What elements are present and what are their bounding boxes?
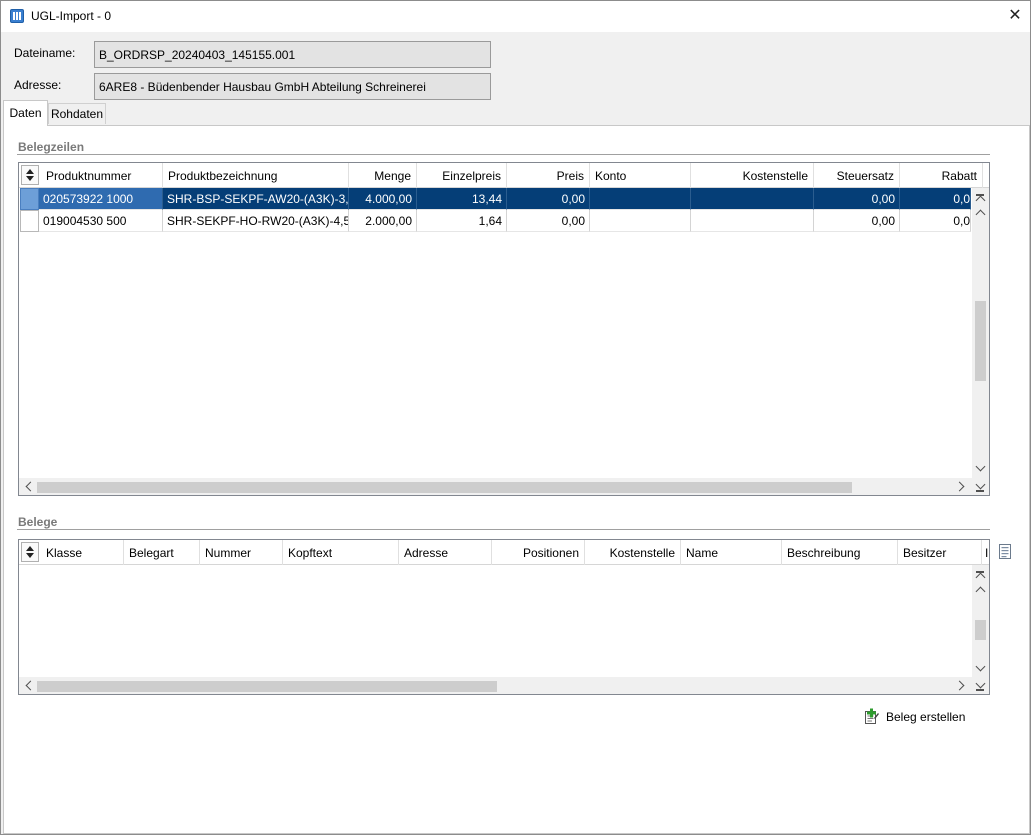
scroll-left-icon[interactable] xyxy=(21,678,38,693)
col-adresse[interactable]: Adresse xyxy=(399,540,492,565)
col-beschreibung[interactable]: Beschreibung xyxy=(782,540,898,565)
col-name[interactable]: Name xyxy=(681,540,782,565)
col-kostenstelle[interactable]: Kostenstelle xyxy=(691,163,814,188)
cell-produktbezeichnung: SHR-BSP-SEKPF-AW20-(A3K)-3,9X xyxy=(163,188,349,210)
cell-kostenstelle xyxy=(691,188,814,210)
document-list-icon[interactable] xyxy=(998,544,1013,560)
col-konto[interactable]: Konto xyxy=(590,163,691,188)
belegzeilen-vscroll-thumb[interactable] xyxy=(975,301,986,381)
scroll-down-icon[interactable] xyxy=(972,460,989,475)
belege-header: Klasse Belegart Nummer Kopftext Adresse … xyxy=(19,540,989,565)
col-einzelpreis[interactable]: Einzelpreis xyxy=(417,163,507,188)
app-grid-icon xyxy=(10,9,24,23)
col-positionen[interactable]: Positionen xyxy=(492,540,585,565)
belege-hscroll-thumb[interactable] xyxy=(37,681,497,692)
row-selector[interactable] xyxy=(20,210,39,232)
title-bar: UGL-Import - 0 ✕ xyxy=(1,1,1030,32)
col-nummer[interactable]: Nummer xyxy=(200,540,283,565)
scroll-up-icon[interactable] xyxy=(972,206,989,221)
col-klasse[interactable]: Klasse xyxy=(41,540,124,565)
scroll-right-icon[interactable] xyxy=(953,678,970,693)
col-rabatt[interactable]: Rabatt xyxy=(900,163,983,188)
cell-steuersatz: 0,00 xyxy=(814,210,900,232)
table-row[interactable]: 019004530 500 SHR-SEKPF-HO-RW20-(A3K)-4,… xyxy=(19,210,971,232)
tab-daten[interactable]: Daten xyxy=(3,100,48,126)
scroll-bottom-icon[interactable] xyxy=(972,678,989,693)
tab-rohdaten[interactable]: Rohdaten xyxy=(48,103,106,124)
cell-konto xyxy=(590,188,691,210)
create-beleg-label: Beleg erstellen xyxy=(886,710,966,724)
cell-einzelpreis: 13,44 xyxy=(417,188,507,210)
cell-produktnummer: 019004530 500 xyxy=(39,210,163,232)
scroll-top-icon[interactable] xyxy=(972,567,989,583)
col-produktnummer[interactable]: Produktnummer xyxy=(41,163,163,188)
window-title: UGL-Import - 0 xyxy=(31,9,112,23)
belege-divider xyxy=(17,529,990,530)
import-window: UGL-Import - 0 ✕ Dateiname: B_ORDRSP_202… xyxy=(0,0,1031,835)
cell-preis: 0,00 xyxy=(507,210,590,232)
adresse-label: Adresse: xyxy=(14,78,62,92)
scroll-bottom-icon[interactable] xyxy=(972,479,989,494)
cell-rabatt: 0,0 xyxy=(900,210,971,232)
col-preis[interactable]: Preis xyxy=(507,163,590,188)
sort-icon[interactable] xyxy=(21,165,39,185)
cell-menge: 2.000,00 xyxy=(349,210,417,232)
belege-hscroll[interactable] xyxy=(19,677,989,694)
scroll-left-icon[interactable] xyxy=(21,479,38,494)
row-selector[interactable] xyxy=(20,188,39,210)
cell-einzelpreis: 1,64 xyxy=(417,210,507,232)
scroll-up-icon[interactable] xyxy=(972,583,989,598)
col-kostenstelle[interactable]: Kostenstelle xyxy=(585,540,681,565)
cell-produktbezeichnung: SHR-SEKPF-HO-RW20-(A3K)-4,5X xyxy=(163,210,349,232)
belegzeilen-grid: Produktnummer Produktbezeichnung Menge E… xyxy=(18,162,990,496)
belege-title: Belege xyxy=(18,515,58,529)
col-menge[interactable]: Menge xyxy=(349,163,417,188)
col-steuersatz[interactable]: Steuersatz xyxy=(814,163,900,188)
table-row[interactable]: 020573922 1000 SHR-BSP-SEKPF-AW20-(A3K)-… xyxy=(19,188,971,210)
belege-vscroll-thumb[interactable] xyxy=(975,620,986,640)
cell-produktnummer: 020573922 1000 xyxy=(39,188,163,210)
belegzeilen-hscroll[interactable] xyxy=(19,478,989,495)
scroll-down-icon[interactable] xyxy=(972,660,989,675)
dateiname-field: B_ORDRSP_20240403_145155.001 xyxy=(94,41,491,68)
col-produktbezeichnung[interactable]: Produktbezeichnung xyxy=(163,163,349,188)
sort-icon[interactable] xyxy=(21,542,39,562)
col-truncated[interactable]: I xyxy=(982,540,989,565)
cell-menge: 4.000,00 xyxy=(349,188,417,210)
cell-konto xyxy=(590,210,691,232)
adresse-field: 6ARE8 - Büdenbender Hausbau GmbH Abteilu… xyxy=(94,73,491,100)
close-icon[interactable]: ✕ xyxy=(1003,4,1027,28)
col-kopftext[interactable]: Kopftext xyxy=(283,540,399,565)
belegzeilen-hscroll-thumb[interactable] xyxy=(37,482,852,493)
cell-preis: 0,00 xyxy=(507,188,590,210)
scroll-top-icon[interactable] xyxy=(972,190,989,206)
dateiname-label: Dateiname: xyxy=(14,46,76,60)
belege-grid: Klasse Belegart Nummer Kopftext Adresse … xyxy=(18,539,990,695)
col-besitzer[interactable]: Besitzer xyxy=(898,540,982,565)
belegzeilen-header: Produktnummer Produktbezeichnung Menge E… xyxy=(19,163,989,188)
cell-kostenstelle xyxy=(691,210,814,232)
belegzeilen-vscroll[interactable] xyxy=(972,188,989,478)
belegzeilen-divider xyxy=(17,154,990,155)
col-belegart[interactable]: Belegart xyxy=(124,540,200,565)
cell-steuersatz: 0,00 xyxy=(814,188,900,210)
add-document-icon xyxy=(865,708,879,724)
cell-rabatt: 0,0 xyxy=(900,188,971,210)
scroll-right-icon[interactable] xyxy=(953,479,970,494)
belege-vscroll[interactable] xyxy=(972,565,989,677)
belegzeilen-title: Belegzeilen xyxy=(18,140,85,154)
